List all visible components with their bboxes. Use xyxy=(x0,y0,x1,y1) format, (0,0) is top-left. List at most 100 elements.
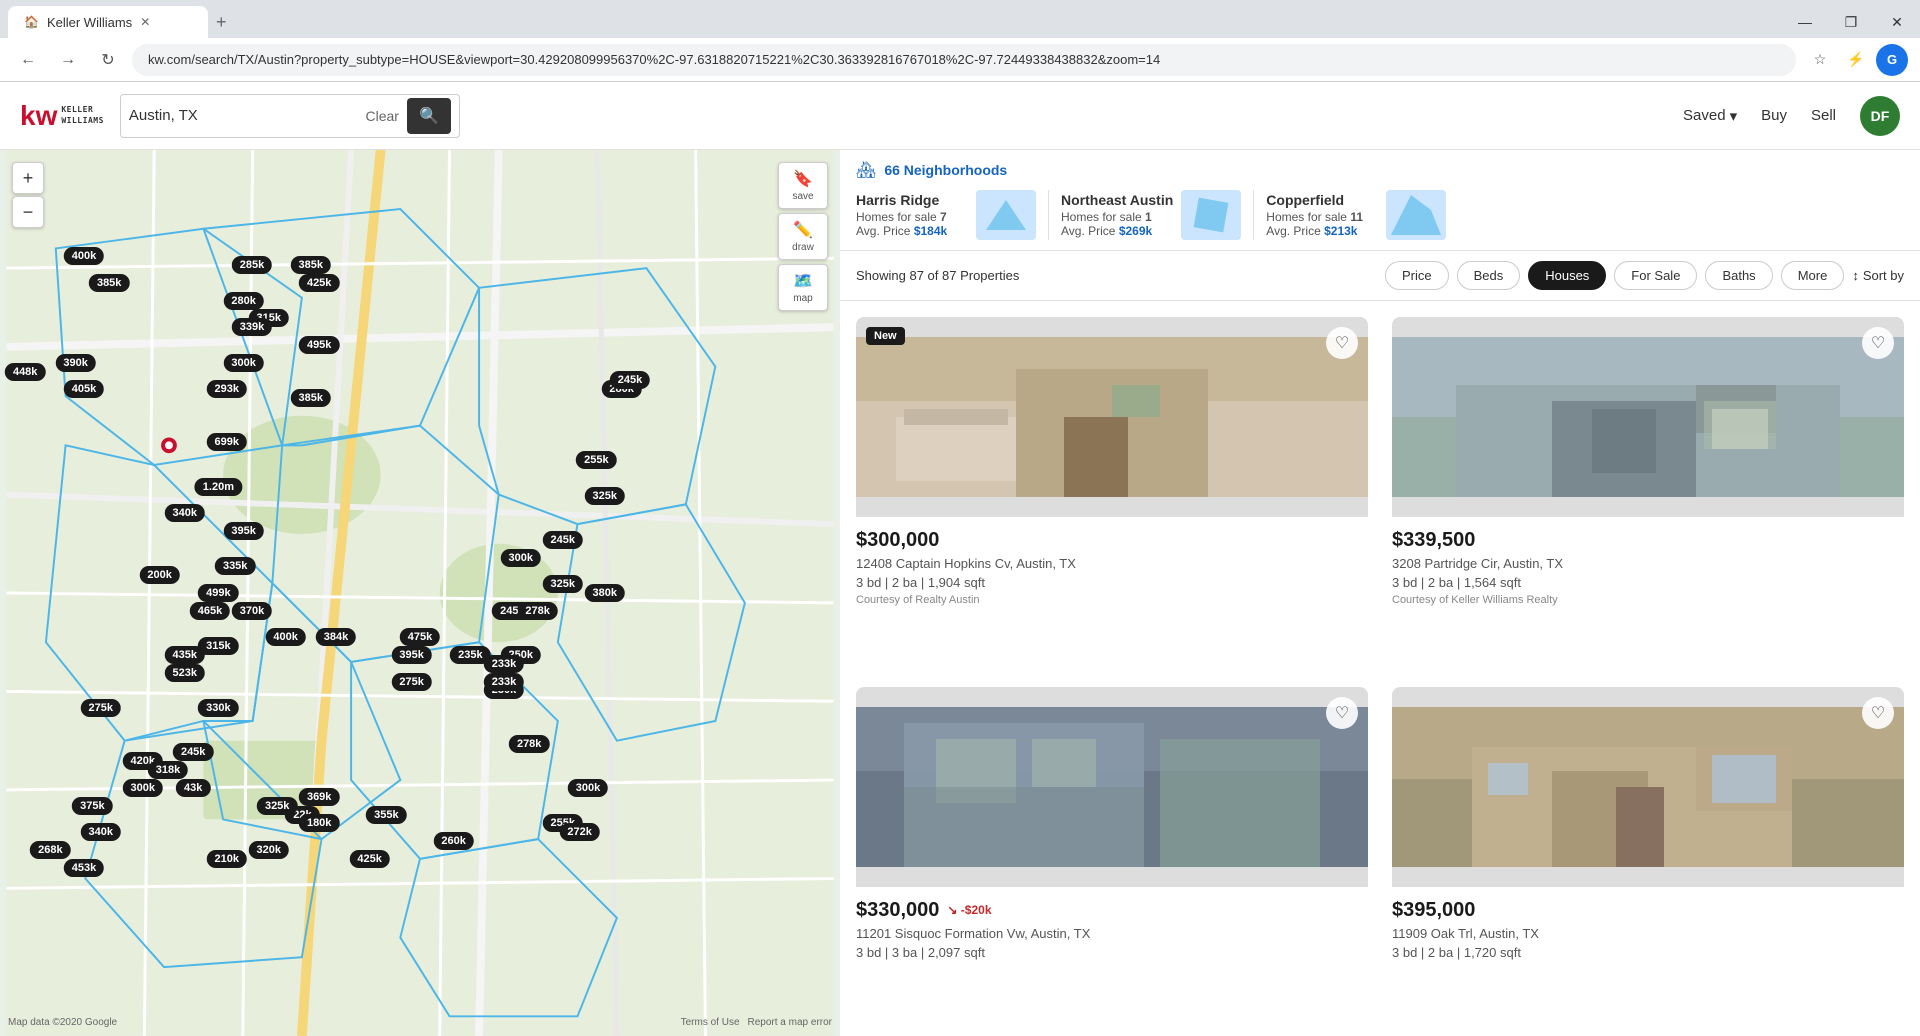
new-tab-button[interactable]: + xyxy=(208,12,235,33)
houses-filter-button[interactable]: Houses xyxy=(1528,261,1606,290)
price-bubble[interactable]: 384k xyxy=(316,628,356,646)
price-bubble[interactable]: 320k xyxy=(249,841,289,859)
price-bubble[interactable]: 699k xyxy=(207,433,247,451)
favorite-button-2[interactable]: ♡ xyxy=(1862,327,1894,359)
report-link[interactable]: Report a map error xyxy=(748,1017,832,1028)
price-bubble[interactable]: 523k xyxy=(165,664,205,682)
price-bubble[interactable]: 275k xyxy=(391,673,431,691)
price-bubble[interactable]: 355k xyxy=(366,806,406,824)
property-card-2[interactable]: ♡ $339,500 3208 Partridge Cir, Austin, T… xyxy=(1392,317,1904,663)
price-bubble[interactable]: 1.20m xyxy=(195,478,242,496)
back-button[interactable]: ← xyxy=(12,44,44,76)
search-submit-button[interactable]: 🔍 xyxy=(407,98,451,134)
price-bubble[interactable]: 499k xyxy=(198,584,238,602)
neighborhood-card-harris-ridge[interactable]: Harris Ridge Homes for sale 7 Avg. Price… xyxy=(856,190,1036,240)
price-bubble[interactable]: 300k xyxy=(568,779,608,797)
property-card-4[interactable]: ♡ $395,000 11909 Oak Trl, Austin, TX 3 b… xyxy=(1392,687,1904,1021)
favorite-button-4[interactable]: ♡ xyxy=(1862,697,1894,729)
price-bubble[interactable]: 375k xyxy=(72,797,112,815)
price-bubble[interactable]: 233k xyxy=(484,655,524,673)
price-bubble[interactable]: 400k xyxy=(265,628,305,646)
price-bubble[interactable]: 385k xyxy=(291,389,331,407)
price-bubble[interactable]: 339k xyxy=(232,318,272,336)
price-bubble[interactable]: 245k xyxy=(173,743,213,761)
for-sale-filter-button[interactable]: For Sale xyxy=(1614,261,1697,290)
price-bubble[interactable]: 293k xyxy=(207,380,247,398)
price-bubble[interactable]: 448k xyxy=(5,363,45,381)
price-filter-button[interactable]: Price xyxy=(1385,261,1449,290)
forward-button[interactable]: → xyxy=(52,44,84,76)
price-bubble[interactable]: 272k xyxy=(559,823,599,841)
price-bubble[interactable]: 300k xyxy=(223,354,263,372)
price-bubble[interactable]: 233k xyxy=(484,673,524,691)
price-bubble[interactable]: 300k xyxy=(123,779,163,797)
price-bubble[interactable]: 380k xyxy=(585,584,625,602)
price-bubble[interactable]: 180k xyxy=(299,814,339,832)
terms-link[interactable]: Terms of Use xyxy=(681,1017,740,1028)
saved-button[interactable]: Saved ▾ xyxy=(1683,107,1737,125)
price-bubble[interactable]: 340k xyxy=(165,504,205,522)
neighborhood-card-copperfield[interactable]: Copperfield Homes for sale 11 Avg. Price… xyxy=(1266,190,1446,240)
map-view-button[interactable]: 🗺️ map xyxy=(778,264,828,311)
price-bubble[interactable]: 245k xyxy=(543,531,583,549)
price-bubble[interactable]: 435k xyxy=(165,646,205,664)
price-bubble[interactable]: 245k xyxy=(610,371,650,389)
price-bubble[interactable]: 255k xyxy=(576,451,616,469)
price-bubble[interactable]: 318k xyxy=(148,761,188,779)
price-bubble[interactable]: 278k xyxy=(509,735,549,753)
price-bubble[interactable]: 475k xyxy=(400,628,440,646)
price-bubble[interactable]: 268k xyxy=(30,841,70,859)
zoom-out-button[interactable]: − xyxy=(12,196,44,228)
price-bubble[interactable]: 370k xyxy=(232,602,272,620)
draw-map-button[interactable]: ✏️ draw xyxy=(778,213,828,260)
more-filter-button[interactable]: More xyxy=(1781,261,1845,290)
minimize-button[interactable]: — xyxy=(1782,3,1828,41)
price-bubble[interactable]: 385k xyxy=(291,256,331,274)
price-bubble[interactable]: 43k xyxy=(176,779,210,797)
price-bubble[interactable]: 400k xyxy=(64,247,104,265)
user-avatar[interactable]: DF xyxy=(1860,96,1900,136)
price-bubble[interactable]: 335k xyxy=(215,557,255,575)
price-bubble[interactable]: 395k xyxy=(223,522,263,540)
price-bubble[interactable]: 340k xyxy=(81,823,121,841)
favorite-button-1[interactable]: ♡ xyxy=(1326,327,1358,359)
price-bubble[interactable]: 325k xyxy=(585,487,625,505)
active-tab[interactable]: 🏠 Keller Williams ✕ xyxy=(8,6,208,38)
price-bubble[interactable]: 280k xyxy=(223,292,263,310)
price-bubble[interactable]: 200k xyxy=(139,566,179,584)
beds-filter-button[interactable]: Beds xyxy=(1457,261,1521,290)
sort-button[interactable]: ↕ Sort by xyxy=(1852,268,1904,283)
search-clear-button[interactable]: Clear xyxy=(366,108,399,124)
price-bubble[interactable]: 275k xyxy=(81,699,121,717)
sell-button[interactable]: Sell xyxy=(1811,107,1836,124)
price-bubble[interactable]: 278k xyxy=(517,602,557,620)
price-bubble[interactable]: 330k xyxy=(198,699,238,717)
account-button[interactable]: G xyxy=(1876,44,1908,76)
baths-filter-button[interactable]: Baths xyxy=(1705,261,1772,290)
price-bubble[interactable]: 425k xyxy=(299,274,339,292)
price-bubble[interactable]: 325k xyxy=(543,575,583,593)
property-card-1[interactable]: New ♡ $300,000 12408 Captain Hopkins Cv,… xyxy=(856,317,1368,663)
save-map-button[interactable]: 🔖 save xyxy=(778,162,828,209)
url-input[interactable] xyxy=(132,44,1796,76)
price-bubble[interactable]: 453k xyxy=(64,859,104,877)
property-card-3[interactable]: ♡ $330,000 ↘ -$20k 11201 Sisquoc Formati… xyxy=(856,687,1368,1021)
price-bubble[interactable]: 285k xyxy=(232,256,272,274)
reload-button[interactable]: ↻ xyxy=(92,44,124,76)
close-button[interactable]: ✕ xyxy=(1874,3,1920,41)
tab-close-button[interactable]: ✕ xyxy=(140,15,150,29)
favorite-button-3[interactable]: ♡ xyxy=(1326,697,1358,729)
buy-button[interactable]: Buy xyxy=(1761,107,1787,124)
price-bubble[interactable]: 425k xyxy=(349,850,389,868)
map-area[interactable]: 400k385k385k285k280k315k339k425k495k448k… xyxy=(0,150,840,1036)
kw-logo[interactable]: kw KELLER WILLIAMS xyxy=(20,100,104,132)
price-bubble[interactable]: 405k xyxy=(64,380,104,398)
price-bubble[interactable]: 395k xyxy=(391,646,431,664)
price-bubble[interactable]: 385k xyxy=(89,274,129,292)
price-bubble[interactable]: 390k xyxy=(55,354,95,372)
maximize-button[interactable]: ❐ xyxy=(1828,3,1874,41)
price-bubble[interactable]: 210k xyxy=(207,850,247,868)
extension-button[interactable]: ⚡ xyxy=(1840,44,1872,76)
price-bubble[interactable]: 495k xyxy=(299,336,339,354)
price-bubble[interactable]: 325k xyxy=(257,797,297,815)
